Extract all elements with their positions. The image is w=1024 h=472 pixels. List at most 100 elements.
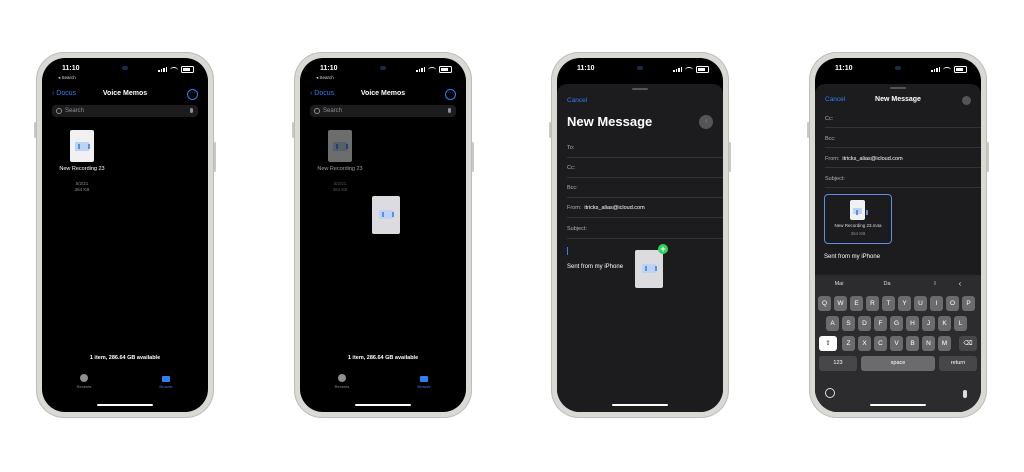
clock-icon (80, 374, 88, 382)
back-to-search[interactable]: ◂ Search (316, 75, 334, 81)
collapse-icon[interactable]: ‹ (953, 279, 967, 288)
file-size: 364 KB (332, 187, 348, 192)
suggestion-1[interactable]: Mai (821, 281, 857, 287)
screen: 11:10 Cancel New Message Cc: Bcc: From: i… (815, 58, 981, 412)
battery-icon (181, 66, 194, 73)
compose-title: New Message (875, 96, 921, 103)
dragged-file-icon[interactable] (635, 250, 663, 288)
send-button[interactable]: ↑ (699, 115, 713, 129)
key-o[interactable]: O (946, 296, 959, 311)
key-p[interactable]: P (962, 296, 975, 311)
key-s[interactable]: S (842, 316, 855, 331)
key-c[interactable]: C (874, 336, 887, 351)
dragged-file-icon[interactable] (372, 196, 400, 234)
more-icon[interactable]: ··· (187, 89, 198, 100)
key-w[interactable]: W (834, 296, 847, 311)
key-j[interactable]: J (922, 316, 935, 331)
cc-field[interactable]: Cc: (567, 160, 723, 178)
sheet-grabber[interactable] (890, 87, 906, 89)
suggestion-2[interactable]: Da (869, 281, 905, 287)
cancel-button[interactable]: Cancel (567, 97, 587, 104)
tab-recents[interactable]: Recents (64, 374, 104, 389)
cc-label: Cc: (825, 116, 834, 122)
numbers-key[interactable]: 123 (819, 356, 857, 371)
shift-key[interactable]: ⇧ (819, 336, 837, 351)
suggestion-bar: Mai Da I ‹ (815, 278, 981, 292)
emoji-icon[interactable] (825, 388, 835, 398)
send-button[interactable] (962, 96, 971, 105)
key-x[interactable]: X (858, 336, 871, 351)
tab-browse[interactable]: Browse (146, 374, 186, 389)
from-field[interactable]: From: itricks_alias@icloud.com (567, 200, 723, 218)
audio-file-icon[interactable] (70, 130, 94, 162)
delete-key[interactable]: ⌫ (959, 336, 977, 351)
tab-browse[interactable]: Browse (404, 374, 444, 389)
key-row-3: ⇧ ⌫ ZXCVBNM (815, 336, 981, 351)
key-i[interactable]: I (930, 296, 943, 311)
tab-bar: Recents Browse (42, 370, 208, 398)
to-field[interactable]: To: (567, 140, 723, 158)
key-t[interactable]: T (882, 296, 895, 311)
dictation-mic-icon[interactable] (963, 390, 967, 398)
from-field[interactable]: From: itricks_alias@icloud.com (825, 152, 981, 168)
key-u[interactable]: U (914, 296, 927, 311)
key-n[interactable]: N (922, 336, 935, 351)
space-key[interactable]: space (861, 356, 935, 371)
search-field[interactable]: Search (310, 105, 456, 117)
tab-recents[interactable]: Recents (322, 374, 362, 389)
nav-title: Voice Memos (360, 90, 406, 97)
status-bar: 11:10 (815, 58, 981, 84)
subject-field[interactable]: Subject: (825, 172, 981, 188)
phone-mail-attached: 11:10 Cancel New Message Cc: Bcc: From: i… (807, 52, 989, 418)
home-indicator (612, 404, 668, 406)
signal-icon (673, 67, 682, 72)
subject-field[interactable]: Subject: (567, 221, 723, 239)
microphone-icon[interactable] (448, 108, 451, 113)
key-e[interactable]: E (850, 296, 863, 311)
key-y[interactable]: Y (898, 296, 911, 311)
key-f[interactable]: F (874, 316, 887, 331)
key-k[interactable]: K (938, 316, 951, 331)
cc-field[interactable]: Cc: (825, 112, 981, 128)
attachment-card[interactable]: New Recording 23.m4a 364 KB (824, 194, 892, 244)
status-bar: 11:10 ◂ Search (300, 58, 466, 84)
signal-icon (158, 67, 167, 72)
suggestion-3[interactable]: I (917, 281, 953, 287)
keyboard: Mai Da I ‹ QWERTYUIOP ASDFGHJKL ⇧ ⌫ ZXCV… (815, 275, 981, 412)
camera-icon (895, 66, 901, 70)
key-d[interactable]: D (858, 316, 871, 331)
key-r[interactable]: R (866, 296, 879, 311)
status-time: 11:10 (320, 65, 338, 72)
key-a[interactable]: A (826, 316, 839, 331)
search-field[interactable]: Search (52, 105, 198, 117)
text-cursor (567, 247, 568, 255)
sheet-grabber[interactable] (632, 88, 648, 90)
key-b[interactable]: B (906, 336, 919, 351)
key-q[interactable]: Q (818, 296, 831, 311)
microphone-icon[interactable] (190, 108, 193, 113)
back-to-search[interactable]: ◂ Search (58, 75, 76, 81)
nav-bar: ‹ Docus Voice Memos ··· (42, 88, 208, 102)
key-v[interactable]: V (890, 336, 903, 351)
file-size: 364 KB (74, 187, 90, 192)
key-z[interactable]: Z (842, 336, 855, 351)
subject-label: Subject: (825, 176, 845, 182)
phone-files-dragging: 11:10 ◂ Search ‹ Docus Voice Memos ··· S… (292, 52, 474, 418)
return-key[interactable]: return (939, 356, 977, 371)
more-icon[interactable]: ··· (445, 89, 456, 100)
bcc-field[interactable]: Bcc: (825, 132, 981, 148)
key-l[interactable]: L (954, 316, 967, 331)
bcc-field[interactable]: Bcc: (567, 180, 723, 198)
wifi-icon (685, 66, 693, 73)
folder-icon (162, 376, 170, 382)
key-m[interactable]: M (938, 336, 951, 351)
key-g[interactable]: G (890, 316, 903, 331)
tab-label: Browse (159, 384, 173, 389)
status-icons (158, 66, 194, 73)
key-h[interactable]: H (906, 316, 919, 331)
waveform-icon (379, 210, 394, 219)
file-name: New Recording 23 (317, 166, 363, 172)
home-indicator (355, 404, 411, 406)
from-label: From: (825, 156, 840, 162)
nav-title: Voice Memos (102, 90, 148, 97)
